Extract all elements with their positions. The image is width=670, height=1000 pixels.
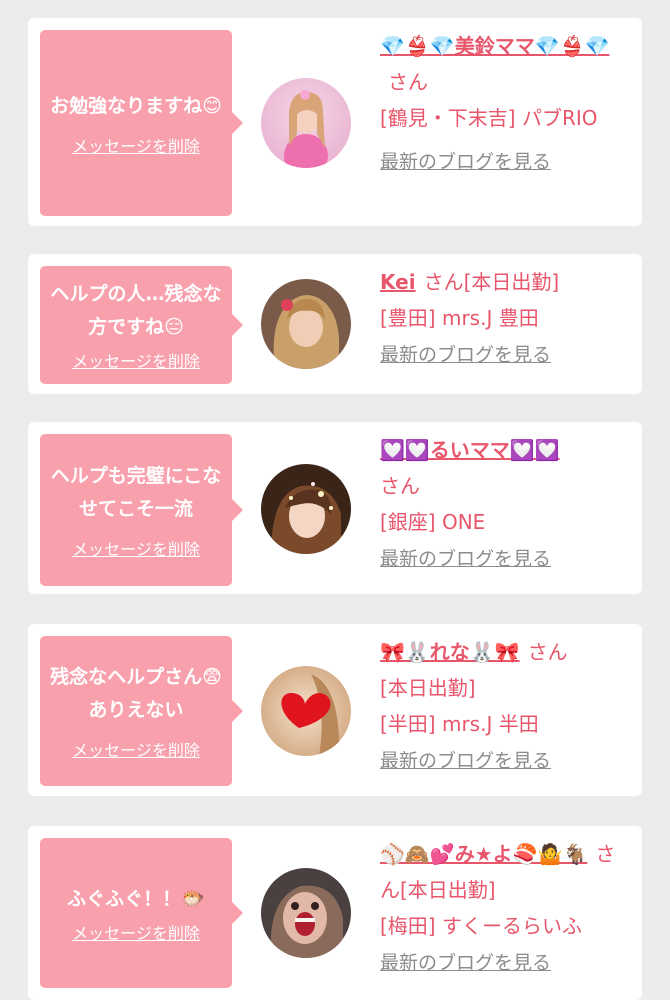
shop-label: [鶴見・下末吉] パブRIO xyxy=(380,106,598,130)
message-text: ヘルプの人…残念な方ですね😑 xyxy=(50,283,222,338)
sender-name-link[interactable]: Kei xyxy=(380,270,416,294)
message-bubble: ヘルプの人…残念な方ですね😑 メッセージを削除 xyxy=(40,266,243,384)
latest-blog-link[interactable]: 最新のブログを見る xyxy=(380,945,551,981)
message-text: ヘルプも完璧にこなせてこそ一流 xyxy=(50,465,222,520)
message-bubble: お勉強なりますね😊 メッセージを削除 xyxy=(40,30,243,216)
avatar[interactable] xyxy=(261,279,351,369)
avatar-photo-heart-icon xyxy=(261,666,351,756)
avatar[interactable] xyxy=(261,78,351,168)
message-bubble: 残念なヘルプさん😨ありえない メッセージを削除 xyxy=(40,636,243,786)
delete-message-link[interactable]: メッセージを削除 xyxy=(72,737,200,761)
avatar-photo-funny-icon xyxy=(261,868,351,958)
sender-name-link[interactable]: 💎👙💎美鈴ママ💎👙💎 xyxy=(380,34,609,58)
message-text: 残念なヘルプさん😨ありえない xyxy=(50,666,222,721)
avatar[interactable] xyxy=(261,868,351,958)
attendance-status: [本日出勤] xyxy=(380,676,476,700)
message-bubble: ヘルプも完璧にこなせてこそ一流 メッセージを削除 xyxy=(40,434,243,586)
honorific-label: さん xyxy=(388,70,428,94)
sender-info: 💎👙💎美鈴ママ💎👙💎 さん [鶴見・下末吉] パブRIO 最新のブログを見る xyxy=(380,28,630,180)
latest-blog-link[interactable]: 最新のブログを見る xyxy=(380,541,551,577)
delete-message-link[interactable]: メッセージを削除 xyxy=(72,536,200,560)
honorific-label: さん xyxy=(423,270,464,294)
sender-name-link[interactable]: ⚾🙈💕み★よ🍣🤷🐐 xyxy=(380,842,587,866)
attendance-status: [本日出勤] xyxy=(463,270,560,294)
message-card: 残念なヘルプさん😨ありえない メッセージを削除 🎀🐰れな🐰🎀 さん [本日出勤] … xyxy=(28,624,642,796)
sender-info: 💟💟るいママ💟💟 さん [銀座] ONE 最新のブログを見る xyxy=(380,432,630,577)
avatar[interactable] xyxy=(261,666,351,756)
delete-message-link[interactable]: メッセージを削除 xyxy=(72,133,200,157)
shop-label: [梅田] すくーるらいふ xyxy=(380,914,582,938)
delete-message-link[interactable]: メッセージを削除 xyxy=(72,920,200,944)
shop-label: [半田] mrs.J 半田 xyxy=(380,712,539,736)
avatar-photo-sparkle-icon xyxy=(261,464,351,554)
message-text: お勉強なりますね😊 xyxy=(50,94,222,117)
honorific-label: さん xyxy=(527,640,568,664)
message-card: ヘルプの人…残念な方ですね😑 メッセージを削除 Kei さん[本日出勤] [豊田]… xyxy=(28,254,642,394)
delete-message-link[interactable]: メッセージを削除 xyxy=(72,348,200,372)
message-text: ふぐふぐ！！🐡 xyxy=(67,887,205,910)
shop-label: [豊田] mrs.J 豊田 xyxy=(380,306,539,330)
avatar[interactable] xyxy=(261,464,351,554)
latest-blog-link[interactable]: 最新のブログを見る xyxy=(380,144,551,180)
sender-name-link[interactable]: 🎀🐰れな🐰🎀 xyxy=(380,640,520,664)
avatar-photo-blonde-icon xyxy=(261,279,351,369)
shop-label: [銀座] ONE xyxy=(380,510,486,534)
message-bubble: ふぐふぐ！！🐡 メッセージを削除 xyxy=(40,838,243,988)
attendance-status: [本日出勤] xyxy=(400,878,496,902)
sender-info: Kei さん[本日出勤] [豊田] mrs.J 豊田 最新のブログを見る xyxy=(380,264,630,373)
message-feed: お勉強なりますね😊 メッセージを削除 💎👙💎美鈴ママ💎👙💎 さん [鶴見・下末吉]… xyxy=(0,0,670,1000)
message-card: お勉強なりますね😊 メッセージを削除 💎👙💎美鈴ママ💎👙💎 さん [鶴見・下末吉]… xyxy=(28,18,642,226)
message-card: ヘルプも完璧にこなせてこそ一流 メッセージを削除 💟💟るいママ💟💟 さん [銀座]… xyxy=(28,422,642,594)
honorific-label: さん xyxy=(380,474,420,498)
latest-blog-link[interactable]: 最新のブログを見る xyxy=(380,743,551,779)
sender-info: ⚾🙈💕み★よ🍣🤷🐐 さん[本日出勤] [梅田] すくーるらいふ 最新のブログを見る xyxy=(380,836,630,981)
sender-name-link[interactable]: 💟💟るいママ💟💟 xyxy=(380,438,560,462)
avatar-photo-pink-icon xyxy=(261,78,351,168)
sender-info: 🎀🐰れな🐰🎀 さん [本日出勤] [半田] mrs.J 半田 最新のブログを見る xyxy=(380,634,630,779)
message-card: ふぐふぐ！！🐡 メッセージを削除 ⚾🙈💕み★よ🍣🤷🐐 さん[本日出勤] [梅田] … xyxy=(28,826,642,1000)
latest-blog-link[interactable]: 最新のブログを見る xyxy=(380,337,551,373)
